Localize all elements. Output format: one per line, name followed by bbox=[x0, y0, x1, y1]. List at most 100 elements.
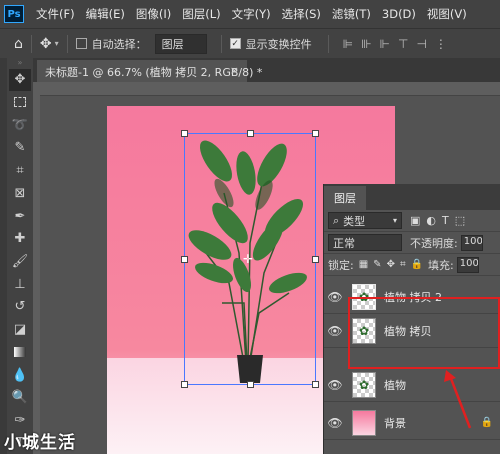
watermark-text: 小城生活 bbox=[4, 433, 76, 453]
auto-select-checkbox[interactable] bbox=[75, 38, 87, 49]
lock-icon[interactable]: 🔒 bbox=[481, 417, 493, 428]
blur-tool-icon[interactable]: 💧 bbox=[9, 364, 31, 386]
transform-handle[interactable] bbox=[247, 381, 254, 388]
transform-handle[interactable] bbox=[312, 256, 319, 263]
transform-handle[interactable] bbox=[247, 130, 254, 137]
layer-thumbnail bbox=[352, 409, 376, 436]
plant-thumbnail-icon: ✿ bbox=[358, 377, 370, 392]
move-tool-icon[interactable]: ✥ bbox=[9, 68, 31, 91]
transform-bounding-box[interactable]: ✛ bbox=[181, 130, 319, 388]
toolbar-grip-icon[interactable]: » bbox=[18, 58, 23, 68]
menu-image[interactable]: 图像(I) bbox=[136, 6, 171, 22]
type-filter-icon[interactable]: T bbox=[442, 214, 449, 227]
lock-row: 锁定: ▦ ✎ ✥ ⌗ 🔒 填充: 100 bbox=[324, 254, 500, 276]
menu-edit[interactable]: 编辑(E) bbox=[86, 6, 125, 22]
options-bar: ⌂ ✥ ▾ 自动选择： 图层 ✓ 显示变换控件 ⊫ ⊪ ⊩ ⊤ ⊣ ⋮ bbox=[0, 28, 500, 58]
align-middle-icon[interactable]: ⊣ bbox=[416, 37, 426, 51]
eye-icon[interactable]: 👁 bbox=[324, 416, 346, 430]
menu-filter[interactable]: 滤镜(T) bbox=[332, 6, 371, 22]
align-center-icon[interactable]: ⊪ bbox=[361, 37, 371, 51]
tools-panel: » ✥ ➰ ✎ ⌗ ⊠ ✒ ✚ 🖌 ⊥ ↺ ◪ 💧 🔍 ✑ T bbox=[7, 58, 33, 454]
lock-position-icon[interactable]: ✥ bbox=[387, 259, 395, 270]
auto-select-label: 自动选择： bbox=[91, 37, 147, 51]
fill-input[interactable]: 100 bbox=[456, 256, 479, 273]
adjustment-filter-icon[interactable]: ◐ bbox=[426, 214, 436, 227]
align-controls: ⊫ ⊪ ⊩ ⊤ ⊣ ⋮ bbox=[343, 37, 447, 51]
chevron-down-icon: ▾ bbox=[392, 216, 397, 225]
show-transform-checkbox[interactable]: ✓ bbox=[229, 38, 241, 49]
document-tab-bar: 未标题-1 @ 66.7% (植物 拷贝 2, RGB/8) * × bbox=[33, 58, 500, 82]
filter-kind-dropdown[interactable]: ⌕ 类型 ▾ bbox=[328, 212, 402, 229]
home-icon[interactable]: ⌂ bbox=[14, 36, 23, 52]
menu-select[interactable]: 选择(S) bbox=[282, 6, 321, 22]
transform-handle[interactable] bbox=[312, 130, 319, 137]
menu-bar: Ps 文件(F) 编辑(E) 图像(I) 图层(L) 文字(Y) 选择(S) 滤… bbox=[0, 0, 500, 28]
stamp-tool-icon[interactable]: ⊥ bbox=[9, 273, 31, 295]
eyedropper-tool-icon[interactable]: ✒ bbox=[9, 205, 31, 227]
menu-3d[interactable]: 3D(D) bbox=[382, 7, 416, 21]
document-tab[interactable]: 未标题-1 @ 66.7% (植物 拷贝 2, RGB/8) * × bbox=[37, 60, 262, 82]
transform-handle[interactable] bbox=[312, 381, 319, 388]
transform-handle[interactable] bbox=[181, 256, 188, 263]
shape-filter-icon[interactable]: ⬚ bbox=[455, 214, 465, 227]
layer-filter-row: ⌕ 类型 ▾ ▣ ◐ T ⬚ bbox=[324, 210, 500, 232]
move-icon[interactable]: ✥ bbox=[40, 36, 52, 52]
vertical-ruler[interactable] bbox=[33, 82, 40, 454]
frame-tool-icon[interactable]: ⊠ bbox=[9, 182, 31, 204]
transform-handle[interactable] bbox=[181, 381, 188, 388]
auto-select-dropdown[interactable]: 图层 bbox=[154, 33, 207, 54]
quick-select-tool-icon[interactable]: ✎ bbox=[9, 137, 31, 159]
lock-transparent-icon[interactable]: ▦ bbox=[359, 259, 368, 270]
menu-view[interactable]: 视图(V) bbox=[427, 6, 467, 22]
options-divider bbox=[66, 34, 68, 53]
tab-layers[interactable]: 图层 bbox=[324, 186, 366, 210]
opacity-input[interactable]: 100 bbox=[460, 234, 483, 251]
eye-icon[interactable]: 👁 bbox=[324, 378, 346, 392]
lasso-tool-icon[interactable]: ➰ bbox=[9, 114, 31, 136]
chevron-down-icon[interactable]: ▾ bbox=[55, 39, 59, 48]
menu-type[interactable]: 文字(Y) bbox=[232, 6, 271, 22]
layer-name: 植物 bbox=[384, 378, 406, 392]
photoshop-logo[interactable]: Ps bbox=[4, 5, 24, 23]
lock-artboard-icon[interactable]: ⌗ bbox=[400, 259, 406, 270]
fill-label: 填充: bbox=[428, 258, 454, 272]
transform-center-icon[interactable]: ✛ bbox=[243, 252, 253, 266]
eye-icon[interactable]: 👁 bbox=[324, 324, 346, 338]
menu-file[interactable]: 文件(F) bbox=[36, 6, 75, 22]
close-icon[interactable]: × bbox=[230, 64, 239, 77]
options-divider bbox=[220, 34, 222, 53]
distribute-icon[interactable]: ⋮ bbox=[435, 37, 447, 51]
align-left-icon[interactable]: ⊫ bbox=[343, 37, 353, 51]
align-top-icon[interactable]: ⊤ bbox=[398, 37, 408, 51]
lock-label: 锁定: bbox=[328, 258, 354, 272]
blend-mode-dropdown[interactable]: 正常 bbox=[328, 234, 402, 251]
menu-layer[interactable]: 图层(L) bbox=[182, 6, 220, 22]
layer-name: 背景 bbox=[384, 416, 406, 430]
healing-tool-icon[interactable]: ✚ bbox=[9, 228, 31, 250]
crop-tool-icon[interactable]: ⌗ bbox=[9, 160, 31, 182]
annotation-arrow bbox=[444, 370, 472, 429]
gradient-tool-icon[interactable] bbox=[9, 342, 31, 364]
eraser-tool-icon[interactable]: ◪ bbox=[9, 319, 31, 341]
filter-kind-value: 类型 bbox=[343, 214, 366, 228]
filter-icons: ▣ ◐ T ⬚ bbox=[410, 214, 465, 227]
layer-thumbnail: ✿ bbox=[352, 371, 376, 398]
marquee-tool-icon[interactable] bbox=[9, 92, 31, 114]
highlight-box bbox=[348, 297, 500, 369]
options-divider bbox=[30, 34, 32, 53]
search-icon: ⌕ bbox=[333, 213, 340, 227]
transform-handle[interactable] bbox=[181, 130, 188, 137]
lock-paint-icon[interactable]: ✎ bbox=[373, 259, 381, 270]
lock-all-icon[interactable]: 🔒 bbox=[411, 259, 423, 270]
horizontal-ruler[interactable] bbox=[40, 82, 500, 96]
image-filter-icon[interactable]: ▣ bbox=[410, 214, 420, 227]
history-brush-tool-icon[interactable]: ↺ bbox=[9, 296, 31, 318]
lock-icons: ▦ ✎ ✥ ⌗ 🔒 bbox=[359, 259, 423, 270]
align-right-icon[interactable]: ⊩ bbox=[380, 37, 390, 51]
show-transform-label: 显示变换控件 bbox=[245, 37, 312, 51]
opacity-label: 不透明度: bbox=[410, 236, 458, 250]
eye-icon[interactable]: 👁 bbox=[324, 290, 346, 304]
dodge-tool-icon[interactable]: 🔍 bbox=[9, 387, 31, 409]
brush-tool-icon[interactable]: 🖌 bbox=[9, 251, 31, 273]
blend-row: 正常 不透明度: 100 bbox=[324, 232, 500, 254]
